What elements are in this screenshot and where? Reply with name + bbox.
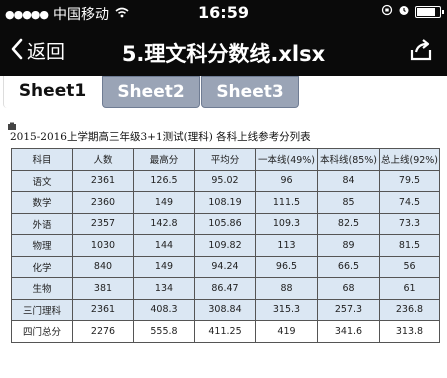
header-cell[interactable]: 一本线(49%) (255, 148, 318, 171)
table-row: 生物 381 134 86.47 88 68 61 (11, 277, 440, 300)
table-cell[interactable]: 96.5 (255, 255, 318, 278)
table-cell[interactable]: 物理 (11, 234, 73, 257)
spreadsheet-area[interactable]: 2015-2016上学期高三年级3+1测试(理科) 各科上线参考分列表 科目 人… (0, 110, 447, 378)
table-header-row: 科目 人数 最高分 平均分 一本线(49%) 本科线(85%) 总上线(92%) (11, 148, 440, 171)
table-cell[interactable]: 113 (255, 234, 318, 257)
tab-sheet3[interactable]: Sheet3 (201, 76, 299, 108)
table-cell[interactable]: 82.5 (317, 212, 380, 235)
table-cell[interactable]: 2276 (72, 320, 134, 343)
table-cell[interactable]: 111.5 (255, 191, 318, 214)
table-cell[interactable]: 四门总分 (11, 320, 73, 343)
sheet-title: 2015-2016上学期高三年级3+1测试(理科) 各科上线参考分列表 (10, 131, 311, 143)
table-cell[interactable]: 56 (379, 255, 440, 278)
header-cell[interactable]: 本科线(85%) (317, 148, 380, 171)
table-cell[interactable]: 84 (317, 169, 380, 192)
table-cell[interactable]: 408.3 (133, 298, 195, 321)
alarm-icon (398, 4, 410, 20)
header-cell[interactable]: 总上线(92%) (379, 148, 440, 171)
table-cell[interactable]: 2361 (72, 169, 134, 192)
table-cell[interactable]: 94.24 (194, 255, 256, 278)
table-cell[interactable]: 308.84 (194, 298, 256, 321)
table-cell[interactable]: 105.86 (194, 212, 256, 235)
sheet-tab-bar: Sheet1 Sheet2 Sheet3 (0, 76, 447, 110)
tab-sheet2[interactable]: Sheet2 (102, 76, 200, 108)
orientation-lock-icon (381, 4, 393, 20)
table-cell[interactable]: 126.5 (133, 169, 195, 192)
table-cell[interactable]: 840 (72, 255, 134, 278)
table-cell[interactable]: 257.3 (317, 298, 380, 321)
table-cell[interactable]: 86.47 (194, 277, 256, 300)
table-cell[interactable]: 三门理科 (11, 298, 73, 321)
table-cell[interactable]: 化学 (11, 255, 73, 278)
table-cell[interactable]: 89 (317, 234, 380, 257)
share-icon[interactable] (409, 38, 433, 62)
table-cell[interactable]: 555.8 (133, 320, 195, 343)
table-cell[interactable]: 236.8 (379, 298, 440, 321)
file-title: 5.理文科分数线.xlsx (121, 42, 326, 66)
table-cell[interactable]: 315.3 (255, 298, 318, 321)
table-cell[interactable]: 144 (133, 234, 195, 257)
status-right (381, 4, 444, 20)
table-cell[interactable]: 108.19 (194, 191, 256, 214)
table-cell[interactable]: 419 (255, 320, 318, 343)
table-cell[interactable]: 109.3 (255, 212, 318, 235)
table-cell[interactable]: 142.8 (133, 212, 195, 235)
header-cell[interactable]: 最高分 (133, 148, 195, 171)
navigation-bar: 返回 5.理文科分数线.xlsx (0, 26, 447, 76)
table-cell[interactable]: 数学 (11, 191, 73, 214)
header-cell[interactable]: 人数 (72, 148, 134, 171)
table-row: 三门理科 2361 408.3 308.84 315.3 257.3 236.8 (11, 298, 440, 321)
table-cell[interactable]: 149 (133, 255, 195, 278)
table-cell[interactable]: 2357 (72, 212, 134, 235)
table-row: 化学 840 149 94.24 96.5 66.5 56 (11, 255, 440, 278)
table-cell[interactable]: 生物 (11, 277, 73, 300)
header-cell[interactable]: 平均分 (194, 148, 256, 171)
battery-icon (415, 6, 444, 18)
table-row: 四门总分 2276 555.8 411.25 419 341.6 313.8 (11, 320, 440, 343)
table-cell[interactable]: 96 (255, 169, 318, 192)
table-cell[interactable]: 95.02 (194, 169, 256, 192)
table-cell[interactable]: 语文 (11, 169, 73, 192)
table-cell[interactable]: 85 (317, 191, 380, 214)
table-cell[interactable]: 2361 (72, 298, 134, 321)
table-cell[interactable]: 61 (379, 277, 440, 300)
table-cell[interactable]: 2360 (72, 191, 134, 214)
table-cell[interactable]: 149 (133, 191, 195, 214)
table-row: 数学 2360 149 108.19 111.5 85 74.5 (11, 191, 440, 214)
table-cell[interactable]: 外语 (11, 212, 73, 235)
table-row: 外语 2357 142.8 105.86 109.3 82.5 73.3 (11, 212, 440, 235)
table-cell[interactable]: 134 (133, 277, 195, 300)
header-cell[interactable]: 科目 (11, 148, 73, 171)
status-time: 16:59 (198, 3, 249, 22)
table-cell[interactable]: 68 (317, 277, 380, 300)
table-cell[interactable]: 381 (72, 277, 134, 300)
table-cell[interactable]: 79.5 (379, 169, 440, 192)
table-cell[interactable]: 411.25 (194, 320, 256, 343)
table-cell[interactable]: 109.82 (194, 234, 256, 257)
score-table: 科目 人数 最高分 平均分 一本线(49%) 本科线(85%) 总上线(92%)… (11, 148, 440, 343)
table-cell[interactable]: 66.5 (317, 255, 380, 278)
table-cell[interactable]: 313.8 (379, 320, 440, 343)
table-cell[interactable]: 81.5 (379, 234, 440, 257)
table-cell[interactable]: 88 (255, 277, 318, 300)
tab-sheet1[interactable]: Sheet1 (3, 76, 101, 108)
table-row: 物理 1030 144 109.82 113 89 81.5 (11, 234, 440, 257)
table-row: 语文 2361 126.5 95.02 96 84 79.5 (11, 169, 440, 192)
table-cell[interactable]: 1030 (72, 234, 134, 257)
table-cell[interactable]: 74.5 (379, 191, 440, 214)
status-bar: ●●●●● 中国移动 16:59 (0, 0, 447, 26)
table-cell[interactable]: 73.3 (379, 212, 440, 235)
table-cell[interactable]: 341.6 (317, 320, 380, 343)
